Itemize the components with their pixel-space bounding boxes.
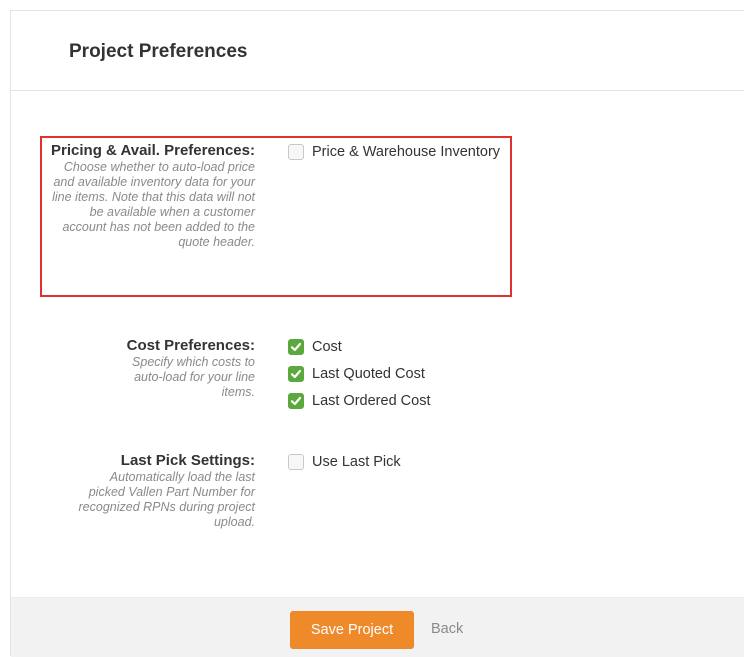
checkbox-checked-icon[interactable]: [288, 366, 304, 382]
option-label: Use Last Pick: [312, 454, 401, 470]
checkbox-checked-icon[interactable]: [288, 393, 304, 409]
option-label: Last Ordered Cost: [312, 393, 431, 409]
last-pick-settings-description: Automatically load the last picked Valle…: [78, 470, 255, 529]
option-last-ordered-cost[interactable]: Last Ordered Cost: [288, 392, 430, 410]
option-use-last-pick[interactable]: Use Last Pick: [288, 453, 401, 471]
cost-preferences-label-group: Cost Preferences: Specify which costs to…: [11, 337, 255, 400]
form-footer: Save Project Back: [11, 597, 744, 657]
save-project-button[interactable]: Save Project: [290, 611, 414, 649]
cost-preferences-options: Cost Last Quoted Cost Last Ordered Cost: [288, 338, 430, 419]
last-pick-settings-title: Last Pick Settings:: [120, 452, 255, 469]
last-pick-settings-label-group: Last Pick Settings: Automatically load t…: [11, 452, 255, 530]
cost-preferences-title: Cost Preferences:: [126, 337, 255, 354]
page-title: Project Preferences: [69, 41, 248, 62]
back-link[interactable]: Back: [431, 621, 463, 637]
last-pick-settings-options: Use Last Pick: [288, 453, 401, 480]
option-last-quoted-cost[interactable]: Last Quoted Cost: [288, 365, 430, 383]
checkbox-checked-icon[interactable]: [288, 339, 304, 355]
project-preferences-panel: Project Preferences Pricing & Avail. Pre…: [10, 10, 744, 657]
cost-preferences-description: Specify which costs to auto-load for you…: [132, 355, 255, 399]
option-label: Cost: [312, 339, 342, 355]
option-label: Last Quoted Cost: [312, 366, 425, 382]
option-cost[interactable]: Cost: [288, 338, 430, 356]
checkbox-unchecked-icon[interactable]: [288, 454, 304, 470]
panel-header: Project Preferences: [11, 11, 744, 91]
highlight-box: [40, 136, 512, 297]
